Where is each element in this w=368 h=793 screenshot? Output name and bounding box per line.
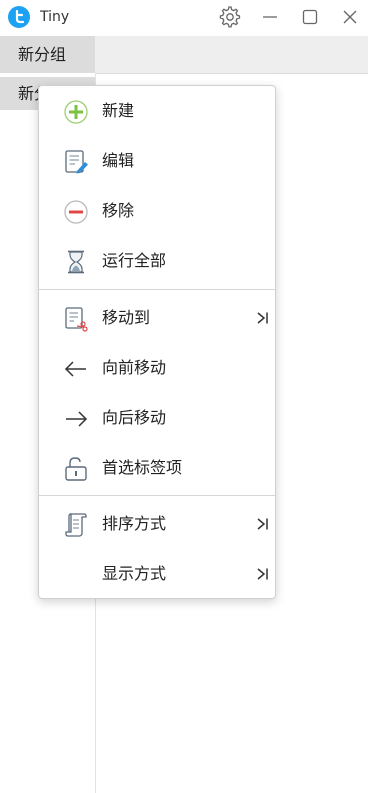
menu-item-label: 编辑 (102, 151, 135, 170)
submenu-arrow-icon (256, 565, 270, 583)
app-title: Tiny (40, 9, 70, 25)
arrow-left-icon (63, 356, 89, 382)
menu-item-run-all[interactable]: 运行全部 (39, 239, 275, 283)
minimize-icon[interactable] (256, 3, 284, 31)
gear-icon[interactable] (216, 3, 244, 31)
scroll-icon (63, 512, 89, 538)
menu-item-label: 排序方式 (102, 514, 167, 533)
menu-item-label: 移动到 (102, 308, 151, 327)
menu-item-preferred-tab[interactable]: 首选标签项 (39, 446, 275, 490)
menu-item-display-mode[interactable]: 显示方式 (39, 552, 275, 596)
tab-new-group[interactable]: 新分组 (0, 36, 95, 73)
maximize-icon[interactable] (296, 3, 324, 31)
menu-item-label: 向后移动 (102, 408, 167, 427)
menu-item-label: 向前移动 (102, 358, 167, 377)
hourglass-icon (63, 249, 89, 275)
submenu-arrow-icon (256, 309, 270, 327)
menu-separator (39, 495, 275, 496)
menu-item-label: 显示方式 (102, 564, 167, 583)
menu-item-edit[interactable]: 编辑 (39, 139, 275, 183)
app-window: Tiny 新分组 新分组 (0, 0, 368, 793)
title-bar: Tiny (0, 0, 368, 34)
menu-item-label: 运行全部 (102, 251, 167, 270)
menu-item-move-to[interactable]: 移动到 (39, 296, 275, 340)
unlock-icon (63, 456, 89, 482)
arrow-right-icon (63, 406, 89, 432)
app-logo-icon (8, 6, 30, 28)
tab-bar: 新分组 (0, 36, 368, 74)
menu-item-sort-by[interactable]: 排序方式 (39, 502, 275, 546)
edit-icon (63, 149, 89, 175)
close-icon[interactable] (336, 3, 364, 31)
menu-item-new[interactable]: 新建 (39, 89, 275, 133)
move-to-icon (63, 306, 89, 332)
menu-item-label: 首选标签项 (102, 458, 183, 477)
context-menu: 新建 编辑 移除 运行全部 移动到 向前移动 向后移动 首选标签项 排序方式 显… (38, 85, 276, 599)
add-icon (63, 99, 89, 125)
remove-icon (63, 199, 89, 225)
menu-separator (39, 289, 275, 290)
submenu-arrow-icon (256, 515, 270, 533)
menu-item-move-backward[interactable]: 向后移动 (39, 396, 275, 440)
menu-item-move-forward[interactable]: 向前移动 (39, 346, 275, 390)
menu-item-label: 新建 (102, 101, 135, 120)
menu-item-remove[interactable]: 移除 (39, 189, 275, 233)
menu-item-label: 移除 (102, 201, 135, 220)
